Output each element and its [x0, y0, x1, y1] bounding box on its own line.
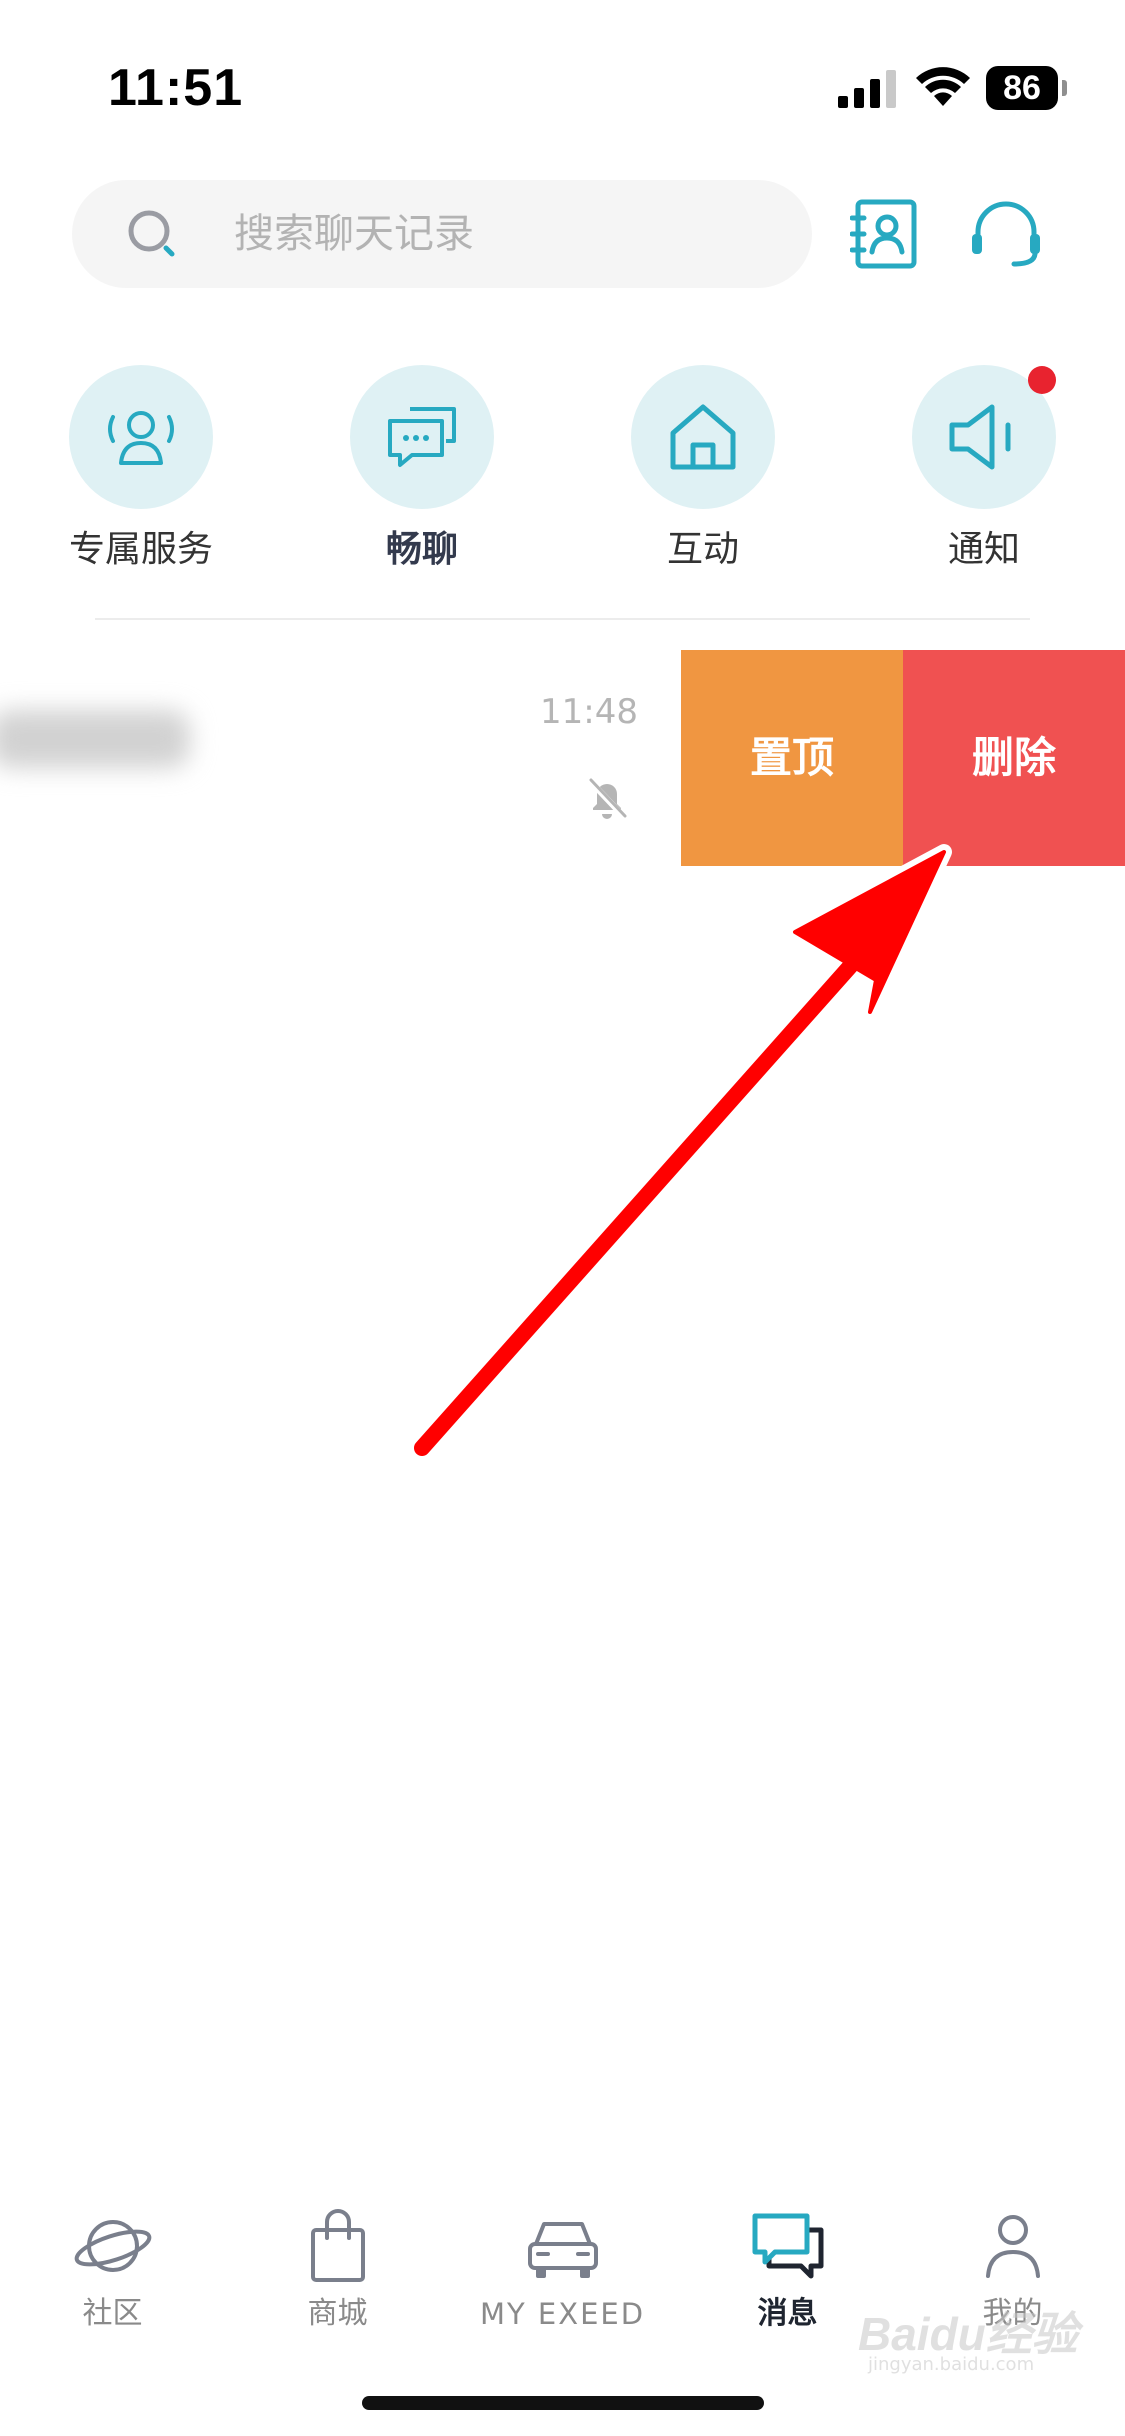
battery-tip	[1062, 80, 1067, 96]
tab-label: 商城	[307, 2296, 368, 2331]
status-time: 11:51	[108, 59, 244, 117]
search-bar[interactable]: 搜索聊天记录	[72, 180, 812, 288]
chat-bubbles-icon	[388, 407, 456, 467]
planet-icon	[74, 2220, 152, 2272]
tab-label: 社区	[82, 2296, 143, 2331]
tab-community[interactable]: 社区	[0, 2190, 225, 2350]
divider	[95, 618, 1030, 620]
user-service-icon	[108, 411, 174, 465]
speaker-icon	[949, 404, 1011, 470]
cellular-signal-icon	[838, 70, 896, 108]
quick-entry-label: 畅聊	[385, 529, 458, 570]
chat-list-item[interactable]: 11:48 置顶 删除	[0, 650, 1125, 868]
wifi-icon	[916, 67, 970, 106]
quick-entry-interaction[interactable]: 互动	[613, 365, 793, 575]
pin-button[interactable]: 置顶	[681, 650, 903, 866]
quick-entry-label: 专属服务	[68, 529, 213, 570]
contacts-book-icon[interactable]	[850, 198, 920, 270]
home-icon	[670, 404, 736, 470]
search-placeholder: 搜索聊天记录	[234, 211, 474, 257]
headset-icon[interactable]	[968, 198, 1044, 270]
message-icon	[752, 2213, 824, 2279]
quick-entry-label: 互动	[666, 529, 739, 570]
tab-mall[interactable]: 商城	[225, 2190, 450, 2350]
unread-dot	[1028, 366, 1056, 394]
chat-name-blurred	[0, 710, 190, 768]
quick-entry-circle	[69, 365, 213, 509]
home-indicator[interactable]	[362, 2396, 764, 2410]
quick-entry-circle	[631, 365, 775, 509]
quick-entry-circle	[350, 365, 494, 509]
battery-level: 86	[986, 66, 1058, 110]
car-icon	[528, 2222, 598, 2278]
watermark-subtext: jingyan.baidu.com	[868, 2354, 1035, 2375]
quick-entry-exclusive-service[interactable]: 专属服务	[51, 365, 231, 575]
search-icon	[128, 210, 175, 257]
muted-bell-icon	[586, 777, 628, 821]
battery-indicator: 86	[986, 66, 1067, 110]
quick-entry-label: 通知	[947, 529, 1020, 570]
quick-entry-notification[interactable]: 通知	[894, 365, 1074, 575]
watermark: Baidu经验 jingyan.baidu.com	[858, 2298, 1078, 2378]
quick-entry-chat[interactable]: 畅聊	[332, 365, 512, 575]
shopping-bag-icon	[311, 2209, 365, 2282]
tab-my-exeed[interactable]: MY EXEED	[450, 2190, 675, 2350]
delete-button[interactable]: 删除	[903, 650, 1125, 866]
tab-label: MY EXEED	[479, 2297, 646, 2331]
profile-icon	[986, 2215, 1040, 2278]
chat-time: 11:48	[540, 692, 638, 732]
